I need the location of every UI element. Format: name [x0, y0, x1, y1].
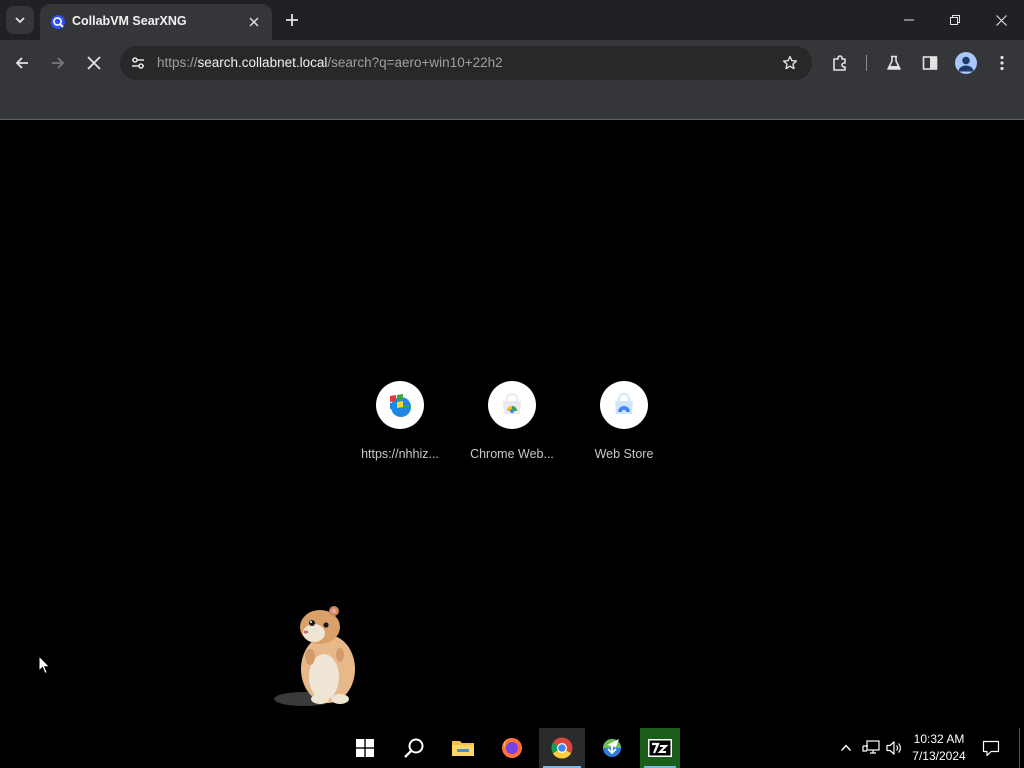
minimize-icon: [904, 19, 914, 21]
taskbar-clock[interactable]: 10:32 AM 7/13/2024: [906, 731, 972, 765]
new-tab-button[interactable]: [280, 8, 304, 32]
show-desktop-button[interactable]: [1019, 728, 1024, 768]
toolbar-divider: [866, 55, 867, 71]
clock-date: 7/13/2024: [912, 749, 966, 763]
tab-close-button[interactable]: [244, 12, 264, 32]
taskbar-download-manager[interactable]: [590, 728, 634, 768]
network-icon: [862, 740, 880, 754]
shortcut-tile[interactable]: https://nhhiz...: [344, 381, 456, 469]
side-panel-button[interactable]: [916, 49, 944, 77]
windows-logo-icon: [356, 739, 374, 757]
url-host: search.collabnet.local: [197, 55, 328, 70]
firefox-icon: [502, 738, 522, 758]
shortcut-icon-circle: [600, 381, 648, 429]
plus-icon: [286, 14, 298, 26]
forward-button[interactable]: [44, 49, 72, 77]
bookmarks-bar: [0, 86, 1024, 120]
web-store-icon: [615, 393, 633, 415]
minimize-button[interactable]: [886, 0, 932, 40]
labs-button[interactable]: [880, 49, 908, 77]
shortcut-label: Chrome Web...: [470, 447, 554, 461]
chevron-down-icon: [15, 17, 25, 24]
shortcut-label: https://nhhiz...: [361, 447, 439, 461]
notification-icon: [982, 740, 1000, 756]
hamster-sprite: [274, 606, 355, 706]
action-center-button[interactable]: [978, 736, 1004, 760]
volume-icon: [886, 741, 901, 755]
chrome-icon: [551, 737, 573, 759]
tab-strip: CollabVM SearXNG: [0, 0, 1024, 40]
extensions-button[interactable]: [826, 49, 854, 77]
star-icon: [782, 55, 798, 70]
browser-toolbar: https://search.collabnet.local/search?q=…: [0, 40, 1024, 86]
profile-avatar-button[interactable]: [955, 52, 977, 74]
new-tab-page: https://nhhiz... Chrome Web... Web Store: [0, 121, 1024, 727]
more-vert-icon: [1000, 55, 1004, 71]
close-icon: [87, 56, 101, 70]
restore-button[interactable]: [932, 0, 978, 40]
tab-title: CollabVM SearXNG: [72, 14, 187, 28]
menu-button[interactable]: [988, 49, 1016, 77]
close-window-button[interactable]: [978, 0, 1024, 40]
download-manager-icon: [603, 739, 621, 757]
site-info-button[interactable]: [126, 51, 150, 75]
start-button[interactable]: [343, 728, 387, 768]
searxng-favicon-icon: [51, 15, 65, 29]
url-path: /search?q=aero+win10+22h2: [327, 55, 503, 70]
flask-icon: [887, 55, 901, 70]
shortcut-icon-circle: [376, 381, 424, 429]
restore-icon: [950, 15, 960, 25]
search-icon: [404, 738, 424, 758]
taskbar: 10:32 AM 7/13/2024: [0, 728, 1024, 768]
taskbar-search-button[interactable]: [392, 728, 436, 768]
person-icon: [958, 56, 974, 72]
taskbar-firefox[interactable]: [490, 728, 534, 768]
taskbar-7zip[interactable]: [640, 728, 680, 768]
address-bar[interactable]: https://search.collabnet.local/search?q=…: [120, 46, 812, 80]
shortcut-label: Web Store: [594, 447, 654, 461]
browser-tab[interactable]: CollabVM SearXNG: [40, 4, 272, 40]
close-icon: [995, 14, 1007, 26]
arrow-left-icon: [15, 57, 28, 69]
taskbar-chrome[interactable]: [539, 728, 585, 768]
arrow-right-icon: [52, 57, 65, 69]
shortcut-tile[interactable]: Web Store: [568, 381, 680, 469]
puzzle-icon: [833, 55, 846, 71]
7zip-icon: [648, 739, 672, 757]
folder-icon: [452, 741, 474, 756]
clock-time: 10:32 AM: [913, 732, 965, 746]
shortcut-tile[interactable]: Chrome Web...: [456, 381, 568, 469]
url-scheme: https://: [157, 55, 198, 70]
tab-search-button[interactable]: [6, 6, 34, 34]
mouse-cursor-icon: [38, 655, 51, 675]
close-icon: [249, 17, 259, 27]
volume-tray-button[interactable]: [884, 738, 904, 758]
windows-flag-icon: [390, 394, 411, 417]
chrome-web-store-icon: [503, 393, 521, 414]
taskbar-file-explorer[interactable]: [441, 728, 485, 768]
show-hidden-icons-button[interactable]: [836, 738, 856, 758]
tune-icon: [132, 57, 144, 69]
chevron-up-icon: [840, 744, 852, 751]
shortcut-icon-circle: [488, 381, 536, 429]
bookmark-star-button[interactable]: [778, 51, 802, 75]
back-button[interactable]: [8, 49, 36, 77]
stop-loading-button[interactable]: [80, 49, 108, 77]
url-text: https://search.collabnet.local/search?q=…: [157, 55, 503, 70]
side-panel-icon: [922, 56, 938, 70]
network-tray-button[interactable]: [861, 738, 881, 758]
